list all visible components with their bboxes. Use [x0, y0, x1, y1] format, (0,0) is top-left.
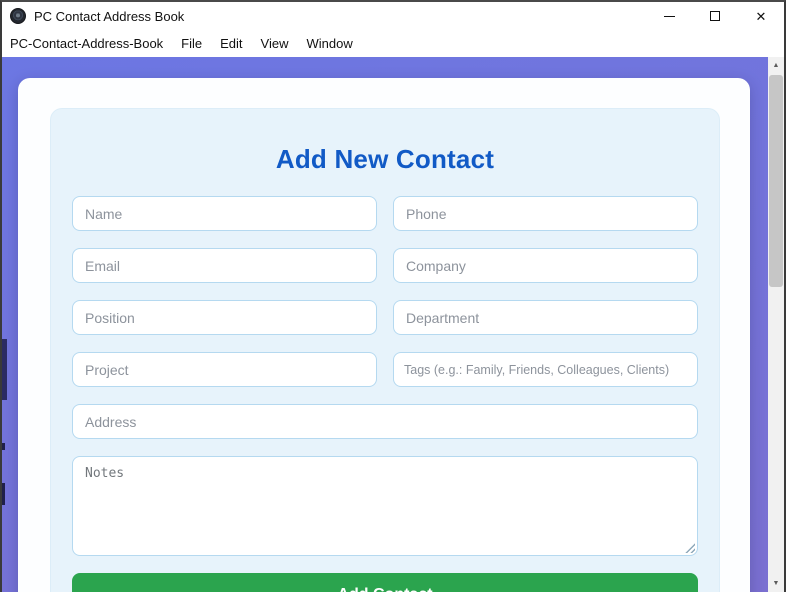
vertical-scrollbar[interactable]: ▲ ▼: [768, 57, 784, 592]
close-button[interactable]: ✕: [738, 2, 784, 30]
screen-artifact: [2, 339, 7, 400]
menu-item-file[interactable]: File: [172, 32, 211, 55]
name-field[interactable]: [72, 196, 377, 231]
app-window: PC Contact Address Book ✕ PC-Contact-Add…: [0, 0, 786, 592]
content-card: Add New Contact Add Contact: [18, 78, 750, 592]
email-field[interactable]: [72, 248, 377, 283]
app-icon: [10, 8, 26, 24]
company-field[interactable]: [393, 248, 698, 283]
department-field[interactable]: [393, 300, 698, 335]
menu-item-edit[interactable]: Edit: [211, 32, 251, 55]
scroll-up-button[interactable]: ▲: [768, 57, 784, 74]
maximize-icon: [710, 11, 720, 21]
close-icon: ✕: [756, 10, 767, 23]
window-controls: ✕: [646, 2, 784, 30]
menu-item-app[interactable]: PC-Contact-Address-Book: [10, 32, 172, 55]
title-bar: PC Contact Address Book ✕: [2, 2, 784, 30]
notes-field[interactable]: [72, 456, 698, 556]
add-contact-form-panel: Add New Contact Add Contact: [50, 108, 720, 592]
add-contact-form: Add Contact: [72, 196, 698, 592]
form-heading: Add New Contact: [72, 144, 698, 175]
menu-bar: PC-Contact-Address-Book File Edit View W…: [2, 30, 784, 57]
scroll-down-button[interactable]: ▼: [768, 575, 784, 592]
minimize-button[interactable]: [646, 2, 692, 30]
menu-item-view[interactable]: View: [252, 32, 298, 55]
notes-field-wrapper: [72, 456, 698, 556]
menu-item-window[interactable]: Window: [297, 32, 361, 55]
add-contact-button[interactable]: Add Contact: [72, 573, 698, 592]
minimize-icon: [664, 16, 675, 17]
screen-artifact: [2, 443, 5, 450]
page-background: Add New Contact Add Contact: [2, 57, 768, 592]
tags-field[interactable]: [393, 352, 698, 387]
scrollbar-thumb[interactable]: [769, 75, 783, 287]
scroll-down-icon: ▼: [773, 580, 780, 587]
project-field[interactable]: [72, 352, 377, 387]
maximize-button[interactable]: [692, 2, 738, 30]
address-field[interactable]: [72, 404, 698, 439]
scroll-up-icon: ▲: [773, 62, 780, 69]
screen-artifact: [2, 483, 5, 505]
phone-field[interactable]: [393, 196, 698, 231]
window-title: PC Contact Address Book: [34, 9, 184, 24]
position-field[interactable]: [72, 300, 377, 335]
